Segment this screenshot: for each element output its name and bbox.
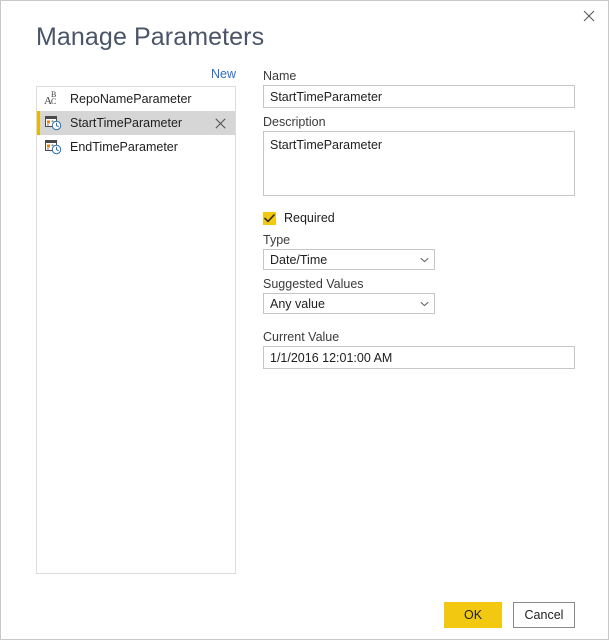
ok-button[interactable]: OK <box>444 602 502 628</box>
suggested-values-dropdown-value: Any value <box>264 297 414 311</box>
chevron-down-icon <box>414 301 434 307</box>
current-value-input[interactable] <box>263 346 575 369</box>
new-parameter-link[interactable]: New <box>181 67 236 81</box>
list-item-label: EndTimeParameter <box>70 140 235 154</box>
parameter-list: ABC RepoNameParameter StartTimeParameter <box>36 86 236 574</box>
dialog-close-button[interactable] <box>570 1 608 31</box>
suggested-values-dropdown[interactable]: Any value <box>263 293 435 314</box>
required-checkbox-label: Required <box>284 211 335 225</box>
name-label: Name <box>263 69 296 83</box>
type-label: Type <box>263 233 290 247</box>
list-item-label: RepoNameParameter <box>70 92 235 106</box>
list-item[interactable]: ABC RepoNameParameter <box>37 87 235 111</box>
abc-text-icon: ABC <box>43 90 63 108</box>
chevron-down-icon <box>414 257 434 263</box>
description-label: Description <box>263 115 326 129</box>
required-checkbox[interactable]: Required <box>263 211 335 225</box>
delete-parameter-button[interactable] <box>209 118 231 129</box>
name-input[interactable] <box>263 85 575 108</box>
calendar-clock-icon <box>43 138 63 156</box>
type-dropdown-value: Date/Time <box>264 253 414 267</box>
suggested-values-label: Suggested Values <box>263 277 364 291</box>
checkmark-icon <box>263 212 276 225</box>
current-value-label: Current Value <box>263 330 339 344</box>
page-title: Manage Parameters <box>36 23 264 52</box>
list-item-label: StartTimeParameter <box>70 116 209 130</box>
type-dropdown[interactable]: Date/Time <box>263 249 435 270</box>
close-icon <box>583 10 595 22</box>
calendar-clock-icon <box>43 114 63 132</box>
cancel-button[interactable]: Cancel <box>513 602 575 628</box>
description-textarea[interactable] <box>263 131 575 196</box>
list-item[interactable]: StartTimeParameter <box>37 111 235 135</box>
list-item[interactable]: EndTimeParameter <box>37 135 235 159</box>
manage-parameters-dialog: Manage Parameters New ABC RepoNameParame… <box>0 0 609 640</box>
